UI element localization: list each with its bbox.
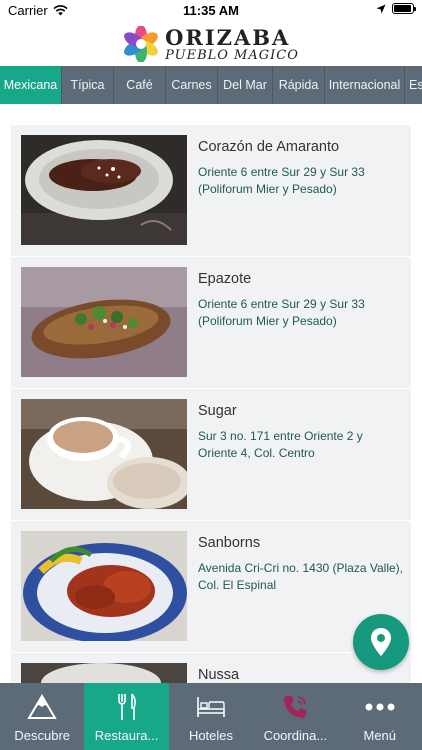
restaurant-info: Epazote Oriente 6 entre Sur 29 y Sur 33 … [198,271,403,330]
phone-icon [284,696,307,718]
logo-subtitle: PUEBLO MAGICO [165,47,299,63]
mountain-icon [27,694,57,719]
nav-coordinacion[interactable]: Coordina... [253,683,337,750]
nav-descubre[interactable]: Descubre [0,683,84,750]
clock: 11:35 AM [183,3,239,18]
nav-label: Restaura... [94,728,159,743]
fork-knife-icon [117,693,136,720]
map-location-button[interactable] [353,614,409,670]
category-tabs: Mexicana Típica Café Carnes Del Mar Rápi… [0,66,422,104]
list-item[interactable]: Sanborns Avenida Cri-Cri no. 1430 (Plaza… [11,521,411,653]
location-arrow-icon [376,4,386,13]
restaurant-name: Sugar [198,403,237,419]
nav-label: Menú [363,728,397,743]
more-dots-icon [365,703,395,711]
tab-tipica[interactable]: Típica [62,66,114,104]
wings-plate-image [21,531,187,641]
coffee-cup-image [21,399,187,509]
nav-menu[interactable]: Menú [338,683,422,750]
dish-epazote-image [21,267,187,377]
restaurant-photo [21,663,187,683]
nav-restaurantes[interactable]: Restaura... [84,683,169,750]
nav-label: Descubre [14,728,71,743]
bed-icon [197,697,225,717]
tab-carnes[interactable]: Carnes [166,66,218,104]
restaurant-info: Sugar Sur 3 no. 171 entre Oriente 2 y Or… [198,403,403,462]
restaurant-photo [21,135,187,245]
restaurant-info: Corazón de Amaranto Oriente 6 entre Sur … [198,139,403,198]
restaurant-photo [21,531,187,641]
restaurant-name: Nussa [198,667,240,683]
logo-flower-icon [124,26,159,62]
restaurant-name: Corazón de Amaranto [198,139,340,155]
list-item[interactable]: Epazote Oriente 6 entre Sur 29 y Sur 33 … [11,257,411,389]
restaurant-name: Epazote [198,271,252,287]
tab-del-mar[interactable]: Del Mar [218,66,273,104]
restaurant-address: Oriente 6 entre Sur 29 y Sur 33 (Polifor… [198,165,365,196]
restaurant-photo [21,267,187,377]
tab-es[interactable]: Es [405,66,422,104]
battery-icon [392,3,416,14]
logo-title: ORIZABA [165,24,291,50]
logo-text: ORIZABA PUEBLO MAGICO [165,27,299,62]
restaurant-list[interactable]: Corazón de Amaranto Oriente 6 entre Sur … [11,125,411,683]
restaurant-address: Avenida Cri-Cri no. 1430 (Plaza Valle), … [198,561,403,592]
status-bar: Carrier 11:35 AM [0,0,422,22]
dish-mole-image [21,135,187,245]
nav-hoteles[interactable]: Hoteles [169,683,253,750]
restaurant-info: Sanborns Avenida Cri-Cri no. 1430 (Plaza… [198,535,403,594]
list-item[interactable]: Nussa [11,653,411,683]
tab-mexicana[interactable]: Mexicana [0,66,62,104]
dish-nussa-image [21,663,187,683]
status-right [376,3,416,14]
restaurant-info: Nussa [198,667,403,683]
app-header: ORIZABA PUEBLO MAGICO [0,22,422,66]
nav-label: Hoteles [188,728,234,743]
restaurant-name: Sanborns [198,535,261,551]
map-pin-icon [371,628,391,656]
list-item[interactable]: Corazón de Amaranto Oriente 6 entre Sur … [11,125,411,257]
bottom-nav: Descubre Restaura... Hoteles Coordina...… [0,683,422,750]
tab-cafe[interactable]: Café [114,66,166,104]
nav-label: Coordina... [263,728,328,743]
restaurant-address: Sur 3 no. 171 entre Oriente 2 y Oriente … [198,429,363,460]
tab-internacional[interactable]: Internacional [325,66,405,104]
restaurant-address: Oriente 6 entre Sur 29 y Sur 33 (Polifor… [198,297,365,328]
restaurant-photo [21,399,187,509]
list-item[interactable]: Sugar Sur 3 no. 171 entre Oriente 2 y Or… [11,389,411,521]
tab-rapida[interactable]: Rápida [273,66,325,104]
